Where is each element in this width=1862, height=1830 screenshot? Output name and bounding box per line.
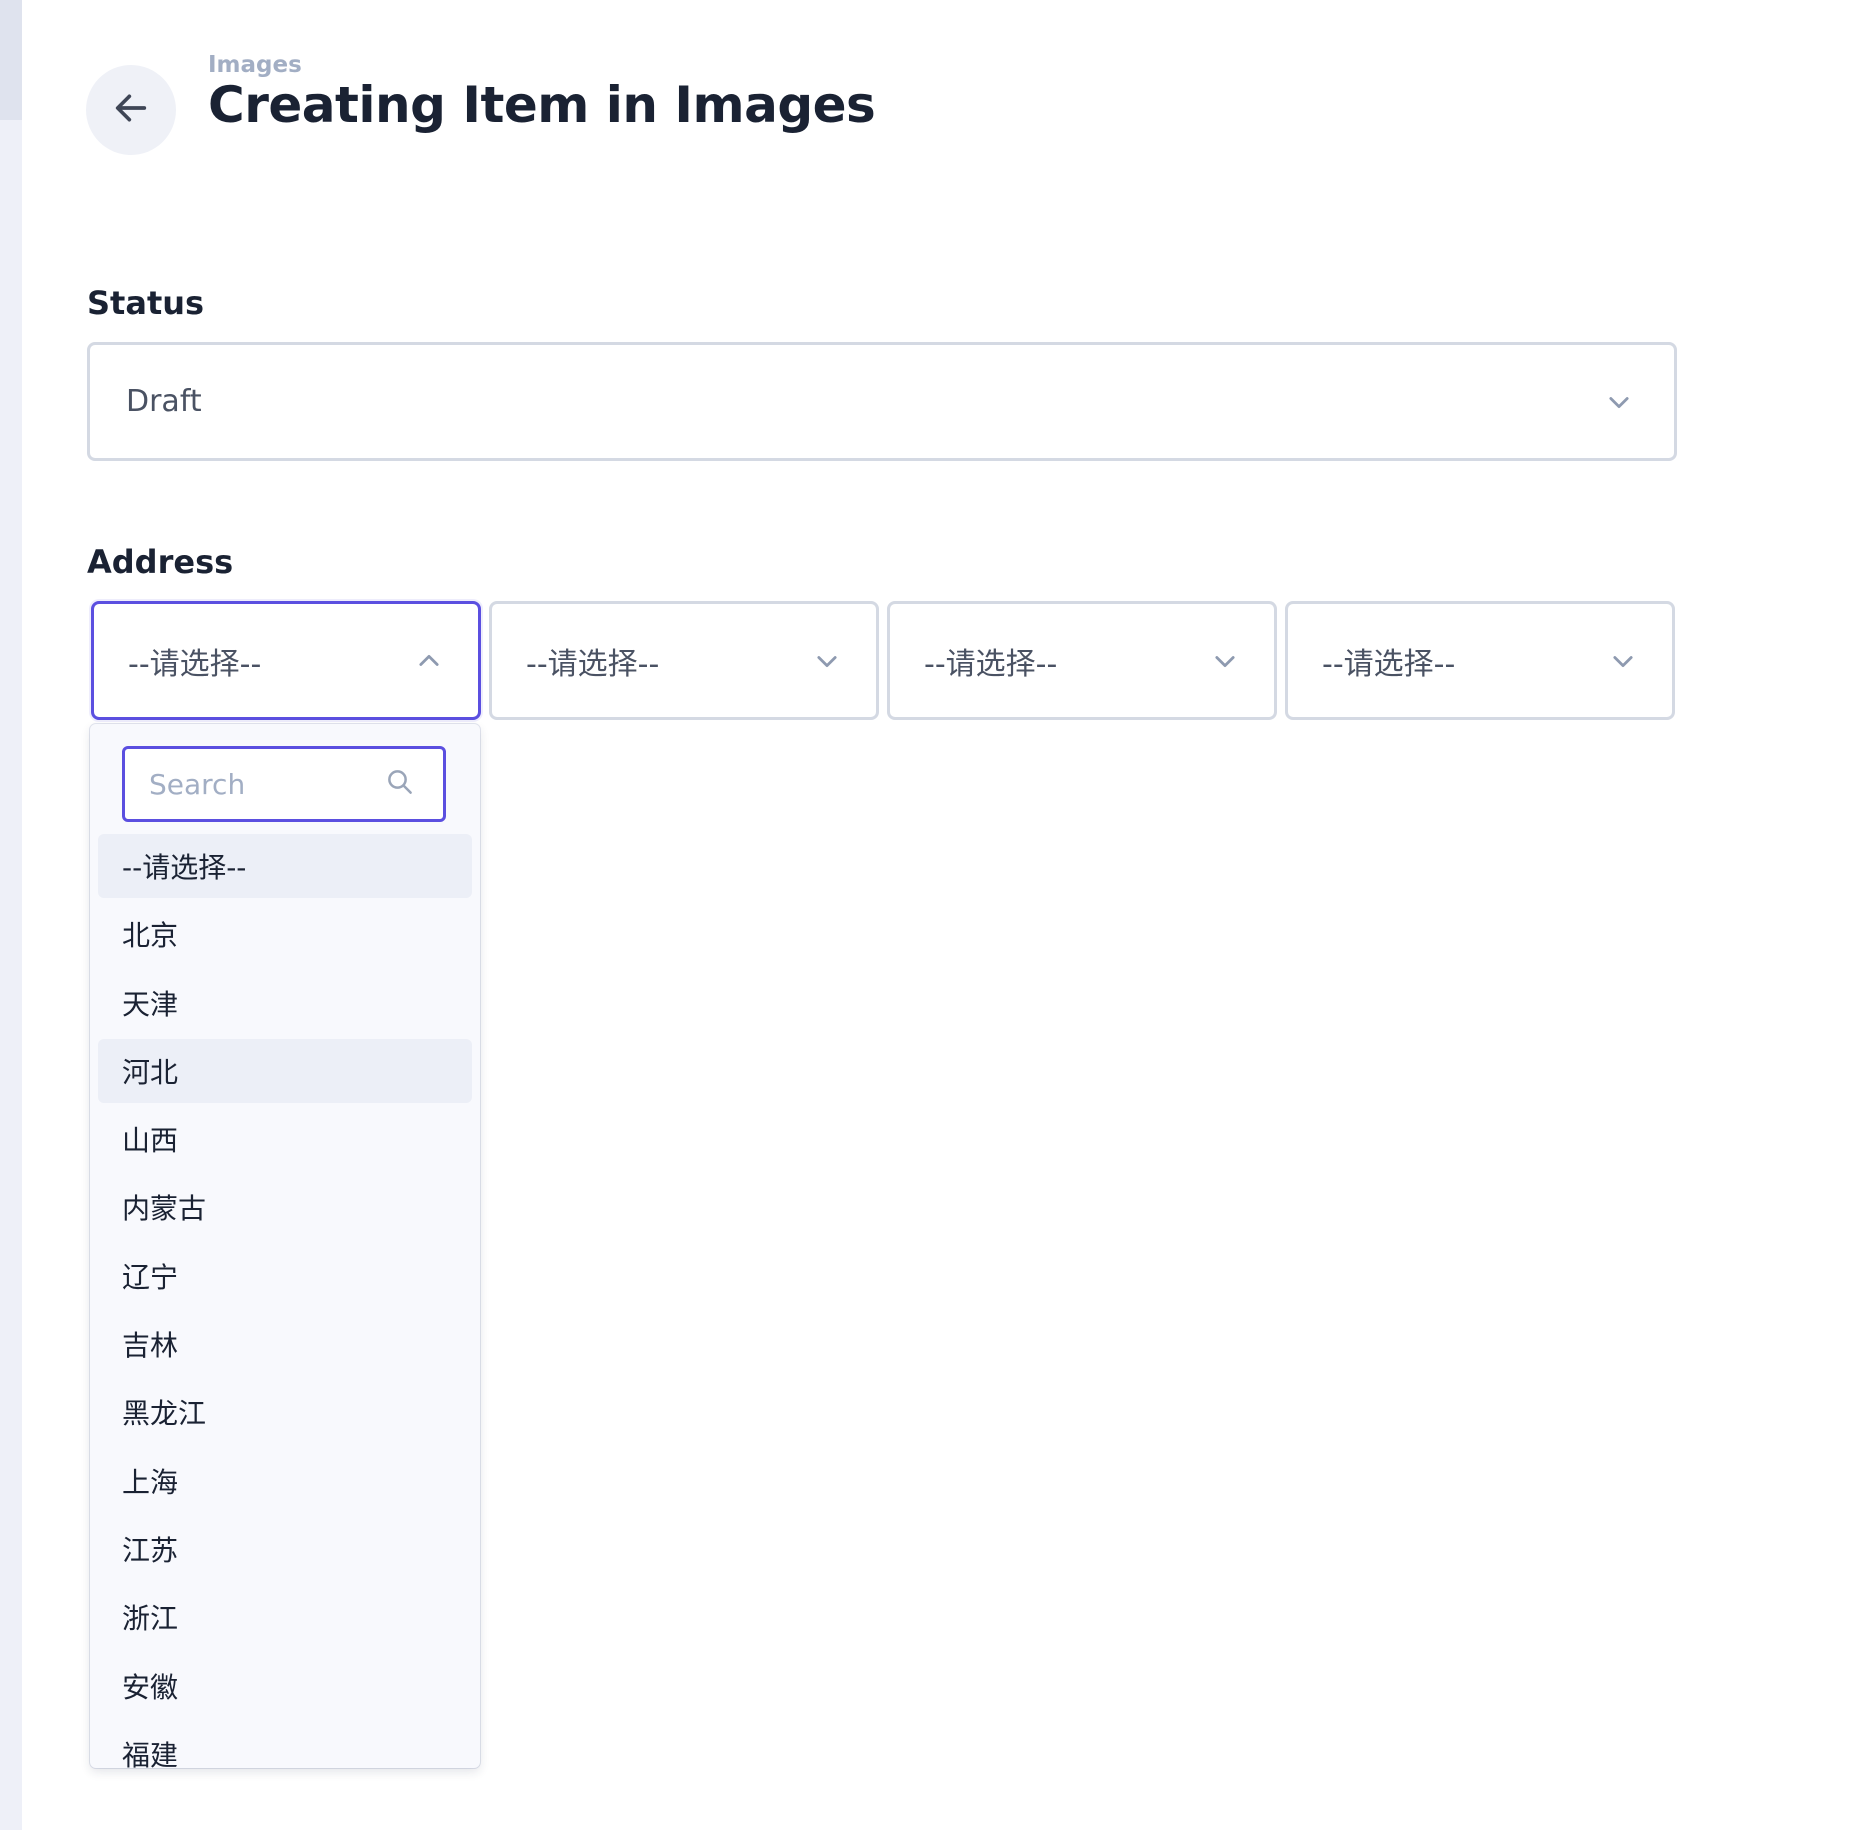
page-title: Creating Item in Images — [208, 76, 876, 134]
sidebar-strip — [0, 0, 22, 1830]
chevron-up-icon — [414, 646, 444, 676]
address-street-value: --请选择-- — [1322, 646, 1456, 682]
dropdown-search-box[interactable] — [122, 746, 446, 822]
address-dropdown-panel: --请选择--北京天津河北山西内蒙古辽宁吉林黑龙江上海江苏浙江安徽福建 — [90, 724, 480, 1768]
dropdown-search-input[interactable] — [149, 767, 385, 801]
search-icon — [385, 767, 415, 801]
chevron-down-icon — [812, 646, 842, 676]
dropdown-option[interactable]: 吉林 — [98, 1312, 472, 1376]
address-label: Address — [87, 543, 234, 581]
dropdown-option[interactable]: 河北 — [98, 1038, 472, 1103]
dropdown-option[interactable]: 黑龙江 — [98, 1380, 472, 1444]
chevron-down-icon — [1210, 646, 1240, 676]
status-select-value: Draft — [126, 384, 202, 419]
address-street-select[interactable]: --请选择-- — [1285, 601, 1675, 720]
dropdown-option-list: --请选择-- 北京 天津 河北 山西 内蒙古 辽宁 吉林 黑龙江 上海 江苏 浙江 安徽 福建 — [98, 834, 472, 1768]
dropdown-option[interactable]: 辽宁 — [98, 1244, 472, 1308]
dropdown-option[interactable]: 浙江 — [98, 1585, 472, 1649]
dropdown-option[interactable]: 上海 — [98, 1449, 472, 1513]
status-label: Status — [87, 284, 205, 322]
status-select[interactable]: Draft — [87, 342, 1677, 461]
breadcrumb[interactable]: Images — [208, 52, 302, 78]
address-district-select[interactable]: --请选择-- — [887, 601, 1277, 720]
dropdown-option[interactable]: 安徽 — [98, 1654, 472, 1718]
dropdown-option[interactable]: 山西 — [98, 1107, 472, 1171]
dropdown-option[interactable]: 江苏 — [98, 1517, 472, 1581]
chevron-down-icon — [1604, 387, 1634, 417]
dropdown-option[interactable]: 北京 — [98, 902, 472, 966]
sidebar-active-indicator — [0, 0, 22, 120]
address-city-value: --请选择-- — [526, 646, 660, 682]
arrow-left-icon — [111, 88, 151, 132]
back-button[interactable] — [86, 65, 176, 155]
dropdown-option[interactable]: 天津 — [98, 971, 472, 1035]
dropdown-option[interactable]: 福建 — [98, 1722, 472, 1768]
chevron-down-icon — [1608, 646, 1638, 676]
address-province-value: --请选择-- — [128, 646, 262, 682]
address-district-value: --请选择-- — [924, 646, 1058, 682]
dropdown-option[interactable]: --请选择-- — [98, 834, 472, 898]
address-province-select[interactable]: --请选择-- — [91, 601, 481, 720]
address-city-select[interactable]: --请选择-- — [489, 601, 879, 720]
dropdown-option[interactable]: 内蒙古 — [98, 1175, 472, 1239]
